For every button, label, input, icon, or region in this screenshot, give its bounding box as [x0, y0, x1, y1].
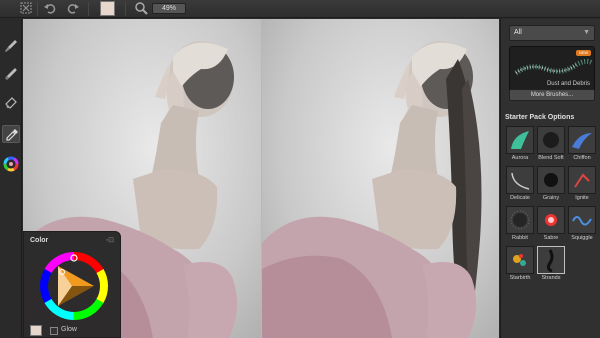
canvas-photo-after — [261, 19, 499, 338]
color-wheel-icon[interactable] — [2, 155, 20, 173]
chevron-down-icon: ▼ — [583, 29, 590, 36]
eraser-icon[interactable] — [2, 93, 20, 111]
featured-brush-name: Dust and Debris — [546, 81, 590, 87]
glow-checkbox[interactable] — [50, 327, 58, 335]
color-panel: Color ◦⊡ Glow — [23, 231, 121, 338]
redo-icon[interactable] — [65, 1, 81, 17]
brush-item-sabre[interactable]: Sabre — [537, 206, 565, 244]
brush-category-dropdown[interactable]: All ▼ — [509, 25, 595, 41]
brush-item-strands[interactable]: Strands — [537, 246, 565, 284]
top-toolbar: 49% — [0, 0, 600, 18]
app-window: 49% Color ◦⊡ Glow All ▼ NEW Dust and Deb… — [0, 0, 600, 338]
color-wheel[interactable] — [38, 250, 110, 322]
undo-icon[interactable] — [42, 1, 58, 17]
panel-pin-icon[interactable]: ◦⊡ — [106, 236, 114, 244]
brush-item-grainy[interactable]: Grainy — [537, 166, 565, 204]
smudge-icon[interactable] — [2, 65, 20, 83]
selection-icon[interactable] — [18, 1, 34, 17]
color-panel-swatch[interactable] — [30, 325, 42, 336]
zoom-icon[interactable] — [133, 1, 149, 17]
brush-category-value: All — [514, 29, 522, 36]
brush-item-squiggle[interactable]: Squiggle — [568, 206, 596, 244]
brush-item-ignite[interactable]: Ignite — [568, 166, 596, 204]
current-color-swatch[interactable] — [100, 1, 115, 16]
starter-pack-title: Starter Pack Options — [505, 114, 575, 121]
zoom-input[interactable]: 49% — [152, 3, 186, 14]
brush-panel: All ▼ NEW Dust and Debris More Brushes..… — [500, 19, 600, 338]
glow-label: Glow — [61, 326, 77, 333]
brush-icon[interactable] — [2, 37, 20, 55]
brush-item-chiffon[interactable]: Chiffon — [568, 126, 596, 164]
color-panel-title: Color — [30, 237, 49, 244]
brush-item-blend-soft[interactable]: Blend Soft — [537, 126, 565, 164]
eyedropper-icon[interactable] — [2, 125, 20, 143]
more-brushes-button[interactable]: More Brushes... — [509, 89, 595, 101]
brush-item-starbirth[interactable]: Starbirth — [506, 246, 534, 284]
featured-brush-preview[interactable]: NEW Dust and Debris — [509, 46, 595, 92]
new-badge: NEW — [576, 50, 591, 56]
brush-item-delicate[interactable]: Delicate — [506, 166, 534, 204]
tool-strip — [0, 19, 22, 338]
brush-item-aurora[interactable]: Aurora — [506, 126, 534, 164]
brush-item-rabbit[interactable]: Rabbit — [506, 206, 534, 244]
